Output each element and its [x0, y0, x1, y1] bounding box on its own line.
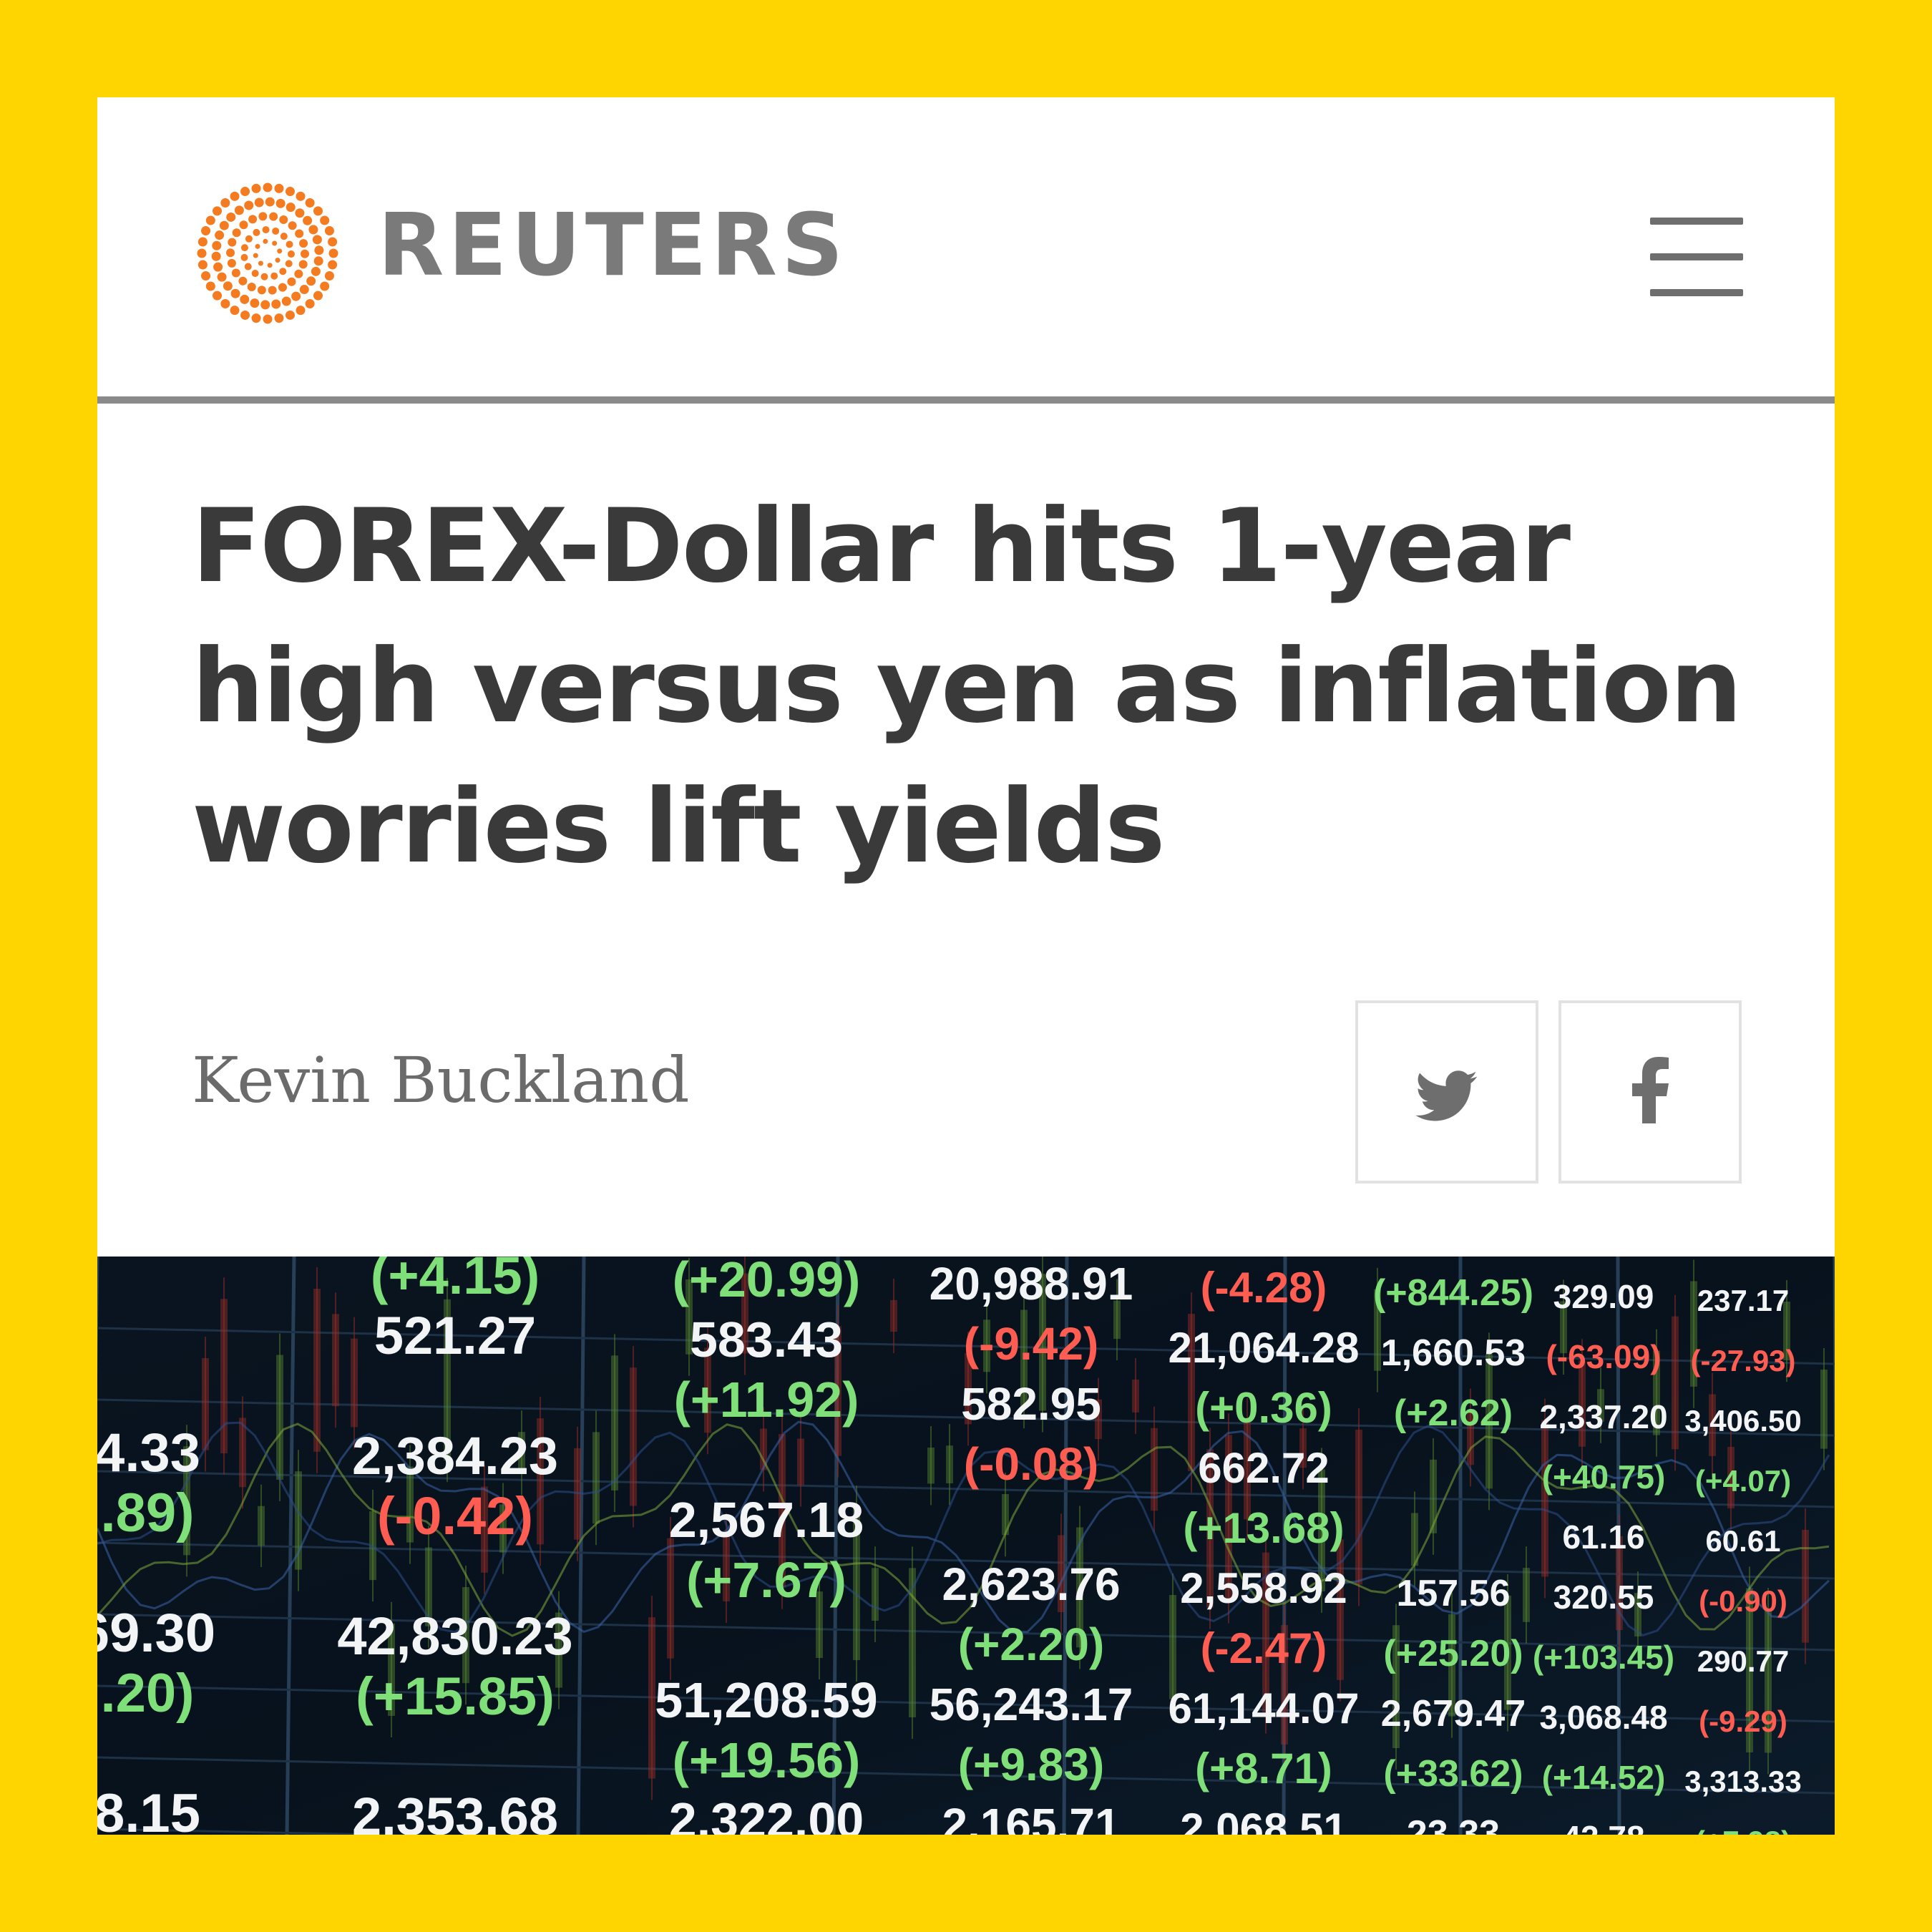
ticker-value: (+844.25)	[1373, 1272, 1533, 1314]
author-byline[interactable]: Kevin Buckland	[192, 1049, 690, 1112]
ticker-value: (-9.42)	[964, 1318, 1099, 1370]
site-header: REUTERS	[97, 97, 1835, 404]
ticker-value: 51,208.59	[655, 1672, 877, 1728]
ticker-value: 2,558.92	[1180, 1564, 1347, 1612]
ticker-value: (+33.62)	[1383, 1753, 1523, 1795]
ticker-value: 1,660.53	[1381, 1332, 1526, 1374]
ticker-value: 3,068.48	[1539, 1699, 1667, 1736]
ticker-value: (+4.15)	[371, 1257, 540, 1305]
ticker-value: .20)	[101, 1663, 195, 1724]
twitter-share-button[interactable]	[1355, 1000, 1538, 1184]
ticker-value: 42.78	[1562, 1819, 1644, 1835]
ticker-value: 20,988.91	[930, 1258, 1133, 1309]
ticker-value: (-27.93)	[1690, 1344, 1795, 1377]
ticker-value: 582.95	[961, 1378, 1101, 1430]
ticker-value: (+15.85)	[356, 1667, 555, 1726]
facebook-share-button[interactable]	[1558, 1000, 1742, 1184]
ticker-value: 2,353.68	[352, 1787, 558, 1835]
ticker-value: (-4.28)	[1201, 1264, 1327, 1312]
ticker-value: 56,243.17	[930, 1679, 1133, 1730]
ticker-value: (+2.62)	[1394, 1392, 1513, 1434]
ticker-value: 2,567.18	[669, 1492, 864, 1548]
ticker-value: 61.16	[1562, 1518, 1644, 1556]
ticker-value: .89)	[101, 1483, 195, 1543]
article-headline: FOREX-Dollar hits 1-year high versus yen…	[192, 487, 1742, 886]
ticker-value: (-63.09)	[1546, 1338, 1661, 1375]
article-card: REUTERS FOREX-Dollar hits 1-year high ve…	[97, 97, 1835, 1835]
ticker-value: 69.30	[97, 1603, 215, 1664]
reuters-logo-icon[interactable]	[192, 177, 343, 329]
ticker-value: (+8.71)	[1195, 1745, 1332, 1792]
ticker-value: (-0.90)	[1699, 1584, 1787, 1618]
ticker-value: 521.27	[374, 1306, 536, 1365]
ticker-value: (+19.56)	[673, 1732, 861, 1788]
ticker-value: 329.09	[1553, 1278, 1654, 1315]
ticker-value: (+2.20)	[958, 1619, 1105, 1670]
ticker-value: 662.72	[1198, 1444, 1330, 1492]
ticker-value: 2,384.23	[352, 1426, 558, 1485]
ticker-value: 8.15	[97, 1783, 200, 1835]
ticker-value: 4.33	[97, 1423, 200, 1483]
ticker-value: (-0.08)	[964, 1438, 1099, 1490]
ticker-value: (+25.20)	[1383, 1633, 1523, 1674]
ticker-value: 21,064.28	[1169, 1324, 1360, 1372]
ticker-value: 583.43	[690, 1312, 843, 1367]
ticker-value: (+4.07)	[1695, 1464, 1791, 1498]
ticker-value: 3,406.50	[1684, 1404, 1802, 1438]
ticker-value: 237.17	[1697, 1284, 1789, 1317]
ticker-value: 2,623.76	[942, 1558, 1120, 1610]
ticker-value: 3,313.33	[1684, 1765, 1802, 1798]
ticker-value: 2,679.47	[1381, 1693, 1526, 1735]
ticker-value: 157.56	[1396, 1573, 1510, 1614]
ticker-value: (+40.75)	[1542, 1458, 1666, 1496]
menu-button[interactable]	[1650, 218, 1746, 298]
ticker-value: 60.61	[1705, 1524, 1780, 1558]
hero-image: (+4.15) (+20.99) 20,988.91 (-4.28) (+844.25)…	[97, 1257, 1835, 1835]
ticker-value: (+103.45)	[1533, 1639, 1674, 1676]
ticker-value: 2,337.20	[1539, 1398, 1667, 1435]
ticker-value: (+0.36)	[1195, 1384, 1332, 1432]
ticker-value: 2,068.51	[1180, 1805, 1347, 1835]
ticker-value: 290.77	[1697, 1644, 1789, 1678]
stock-ticker-board: (+4.15) (+20.99) 20,988.91 (-4.28) (+844.25)…	[97, 1257, 1835, 1835]
ticker-value: (+20.99)	[673, 1257, 861, 1307]
facebook-f-icon	[1632, 1057, 1669, 1123]
ticker-value: (+7.67)	[686, 1552, 847, 1608]
ticker-value: 2,322.00	[669, 1792, 864, 1835]
twitter-bird-icon	[1415, 1070, 1478, 1121]
ticker-value: (+14.52)	[1542, 1759, 1666, 1796]
ticker-value: (+7.98)	[1695, 1825, 1791, 1835]
ticker-value: (+9.83)	[958, 1739, 1105, 1790]
ticker-value: (-9.29)	[1699, 1704, 1787, 1738]
ticker-value: (+13.68)	[1183, 1504, 1344, 1552]
ticker-value: 2,165.71	[942, 1799, 1120, 1835]
ticker-value: (+11.92)	[674, 1372, 859, 1428]
ticker-value: 61,144.07	[1169, 1684, 1360, 1732]
ticker-value: 42,830.23	[337, 1606, 572, 1666]
ticker-value: 23.33	[1407, 1813, 1500, 1835]
ticker-value: 320.55	[1553, 1579, 1654, 1616]
ticker-value: (-2.47)	[1201, 1624, 1327, 1672]
reuters-wordmark[interactable]: REUTERS	[378, 203, 847, 289]
ticker-value: (-0.42)	[377, 1486, 533, 1546]
